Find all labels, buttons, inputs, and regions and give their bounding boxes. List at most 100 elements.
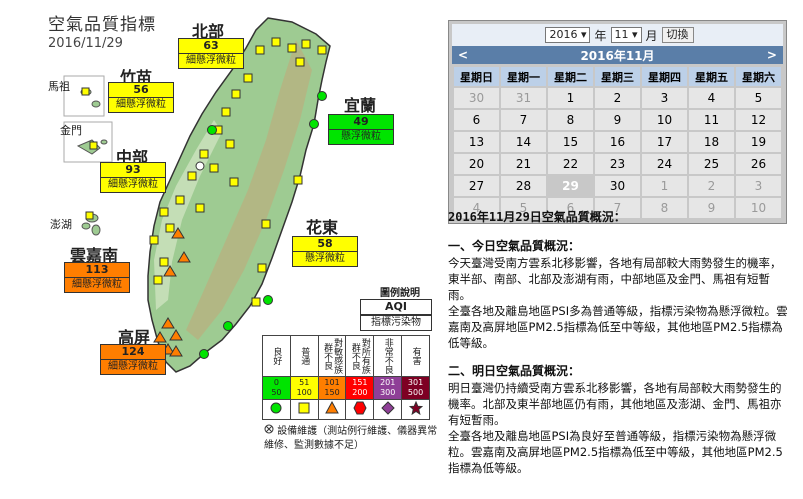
calendar-month-title: 2016年11月 bbox=[580, 48, 655, 63]
tomorrow-heading: 二、明日空氣品質概況： bbox=[448, 364, 581, 378]
calendar-controls: 2016 ▾ 年 11 ▾ 月 切換 bbox=[452, 24, 783, 46]
switch-button[interactable]: 切換 bbox=[661, 27, 694, 43]
calendar-day[interactable]: 3 bbox=[736, 176, 781, 196]
next-month-button[interactable]: > bbox=[767, 48, 777, 62]
calendar-day[interactable]: 3 bbox=[642, 88, 687, 108]
weekday-header: 星期二 bbox=[548, 67, 593, 86]
today-heading: 一、今日空氣品質概況： bbox=[448, 239, 581, 253]
month-select-value: 11 bbox=[614, 28, 629, 41]
calendar: 2016 ▾ 年 11 ▾ 月 切換 < 2016年11月 > 星期日 星期一 星期… bbox=[448, 20, 787, 224]
region-box-zhumiao: 56 細懸浮微粒 bbox=[108, 82, 174, 113]
legend-symbol-hazardous bbox=[401, 399, 430, 420]
region-pollutant-zhumiao: 細懸浮微粒 bbox=[116, 99, 166, 110]
legend-cat-sensitive: 對敏感族群不良 bbox=[322, 338, 343, 374]
legend-maintenance-note: 設備維護（測站例行維護、儀器異常維修、監測數據不足） bbox=[262, 424, 438, 453]
region-aqi-north: 63 bbox=[179, 39, 243, 54]
legend-cat-hazardous: 有害 bbox=[410, 347, 421, 365]
year-select[interactable]: 2016 ▾ bbox=[545, 27, 591, 43]
year-unit-label: 年 bbox=[594, 28, 607, 43]
region-aqi-central: 93 bbox=[101, 163, 165, 178]
calendar-day[interactable]: 5 bbox=[736, 88, 781, 108]
calendar-day[interactable]: 13 bbox=[454, 132, 499, 152]
calendar-day[interactable]: 11 bbox=[689, 110, 734, 130]
region-pollutant-gaoping: 細懸浮微粒 bbox=[108, 361, 158, 372]
calendar-day[interactable]: 20 bbox=[454, 154, 499, 174]
today-paragraph-2: 全臺各地及離島地區PSI多為普通等級，指標污染物為懸浮微粒。雲嘉南及高屏地區PM… bbox=[448, 304, 788, 350]
calendar-day[interactable]: 12 bbox=[736, 110, 781, 130]
yellow-square-icon bbox=[298, 402, 310, 414]
region-box-hualien: 58 懸浮微粒 bbox=[292, 236, 358, 267]
calendar-day[interactable]: 18 bbox=[689, 132, 734, 152]
calendar-day[interactable]: 7 bbox=[501, 110, 546, 130]
calendar-day[interactable]: 28 bbox=[501, 176, 546, 196]
legend-range-moderate: 51 100 bbox=[289, 376, 319, 400]
calendar-day[interactable]: 9 bbox=[595, 110, 640, 130]
calendar-day[interactable]: 14 bbox=[501, 132, 546, 152]
calendar-day[interactable]: 25 bbox=[689, 154, 734, 174]
weekday-header: 星期三 bbox=[595, 67, 640, 86]
calendar-week-row: 30 31 1 2 3 4 5 bbox=[454, 88, 781, 108]
prev-month-button[interactable]: < bbox=[458, 48, 468, 62]
calendar-day[interactable]: 19 bbox=[736, 132, 781, 152]
legend-aqi-box: AQI bbox=[360, 299, 432, 315]
region-box-gaoping: 124 細懸浮微粒 bbox=[100, 344, 166, 375]
region-pollutant-central: 細懸浮微粒 bbox=[108, 179, 158, 190]
calendar-day[interactable]: 29 bbox=[548, 176, 593, 196]
calendar-day[interactable]: 2 bbox=[689, 176, 734, 196]
region-pollutant-north: 細懸浮微粒 bbox=[186, 55, 236, 66]
calendar-day[interactable]: 1 bbox=[642, 176, 687, 196]
calendar-grid: 星期日 星期一 星期二 星期三 星期四 星期五 星期六 30 31 1 2 3 4 5 6 7 8 9 10 11 1… bbox=[452, 65, 783, 220]
calendar-day[interactable]: 6 bbox=[454, 110, 499, 130]
red-hexagon-icon bbox=[353, 401, 367, 415]
weekday-header: 星期一 bbox=[501, 67, 546, 86]
green-circle-icon bbox=[270, 402, 282, 414]
calendar-day[interactable]: 24 bbox=[642, 154, 687, 174]
legend-cat-very-unhealthy: 非常不良 bbox=[382, 338, 393, 374]
calendar-day[interactable]: 15 bbox=[548, 132, 593, 152]
calendar-day[interactable]: 23 bbox=[595, 154, 640, 174]
calendar-day[interactable]: 16 bbox=[595, 132, 640, 152]
calendar-week-row: 20 21 22 23 24 25 26 bbox=[454, 154, 781, 174]
legend-symbol-very-unhealthy bbox=[373, 399, 403, 420]
month-unit-label: 月 bbox=[645, 28, 658, 43]
legend-symbol-unhealthy bbox=[345, 399, 375, 420]
weekday-header: 星期六 bbox=[736, 67, 781, 86]
calendar-day[interactable]: 1 bbox=[548, 88, 593, 108]
region-name-yilan: 宜蘭 bbox=[344, 96, 377, 115]
calendar-day[interactable]: 22 bbox=[548, 154, 593, 174]
region-box-central: 93 細懸浮微粒 bbox=[100, 162, 166, 193]
region-aqi-zhumiao: 56 bbox=[109, 83, 173, 98]
island-label-penghu: 澎湖 bbox=[50, 218, 72, 231]
legend-range-hazardous: 301 500 bbox=[401, 376, 430, 400]
weekday-header: 星期四 bbox=[642, 67, 687, 86]
year-select-value: 2016 bbox=[549, 28, 578, 41]
calendar-day[interactable]: 4 bbox=[689, 88, 734, 108]
month-select[interactable]: 11 ▾ bbox=[610, 27, 642, 43]
region-aqi-yilan: 49 bbox=[329, 115, 393, 130]
maintenance-icon bbox=[264, 424, 274, 434]
legend-range-unhealthy: 151 200 bbox=[345, 376, 375, 400]
legend-cat-moderate: 普通 bbox=[299, 347, 310, 365]
calendar-week-row: 13 14 15 16 17 18 19 bbox=[454, 132, 781, 152]
calendar-day[interactable]: 31 bbox=[501, 88, 546, 108]
calendar-day[interactable]: 21 bbox=[501, 154, 546, 174]
calendar-day[interactable]: 8 bbox=[548, 110, 593, 130]
legend-pollutant-box: 指標污染物 bbox=[360, 315, 432, 331]
calendar-day[interactable]: 2 bbox=[595, 88, 640, 108]
air-quality-report: 2016年11月29日空氣品質概況： 一、今日空氣品質概況： 今天臺灣受南方雲系… bbox=[448, 209, 788, 476]
legend-range-sensitive: 101 150 bbox=[317, 376, 347, 400]
calendar-week-row: 6 7 8 9 10 11 12 bbox=[454, 110, 781, 130]
region-pollutant-yilan: 懸浮微粒 bbox=[341, 131, 381, 142]
calendar-day[interactable]: 30 bbox=[454, 88, 499, 108]
orange-triangle-icon bbox=[325, 400, 339, 414]
calendar-day[interactable]: 17 bbox=[642, 132, 687, 152]
calendar-day[interactable]: 10 bbox=[642, 110, 687, 130]
legend: 圖例說明 AQI 指標污染物 良好 普通 對敏感族群不良 對所有族群不良 非常不… bbox=[262, 284, 438, 453]
calendar-day[interactable]: 26 bbox=[736, 154, 781, 174]
weekday-header: 星期日 bbox=[454, 67, 499, 86]
region-aqi-yunjianan: 113 bbox=[65, 263, 129, 278]
calendar-day[interactable]: 27 bbox=[454, 176, 499, 196]
report-title: 2016年11月29日空氣品質概況： bbox=[448, 210, 626, 224]
region-pollutant-hualien: 懸浮微粒 bbox=[305, 253, 345, 264]
calendar-day[interactable]: 30 bbox=[595, 176, 640, 196]
